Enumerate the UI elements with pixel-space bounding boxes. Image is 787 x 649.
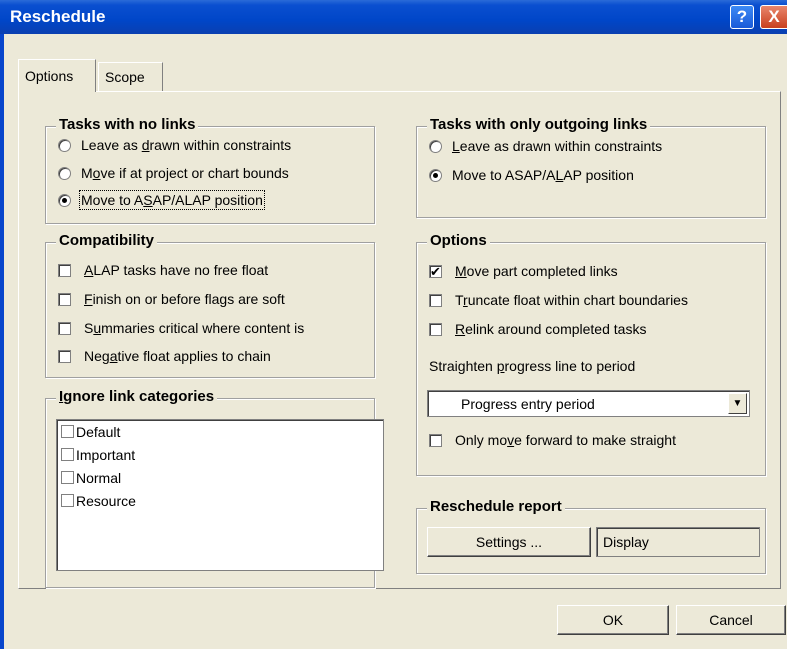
settings-button[interactable]: Settings ...: [427, 527, 591, 557]
options-title: Options: [427, 232, 490, 249]
list-item[interactable]: Normal: [57, 466, 383, 489]
radio-button[interactable]: [58, 166, 71, 180]
progress-period-select[interactable]: Progress entry period ▼: [427, 390, 750, 417]
compatibility-group: Compatibility ALAP tasks have no free fl…: [45, 232, 375, 378]
reschedule-report-title: Reschedule report: [427, 498, 565, 515]
tab-scope[interactable]: Scope: [98, 62, 163, 92]
radio-outgoing-move-to-asap[interactable]: Move to ASAP/ALAP position: [429, 167, 634, 183]
ignore-link-categories-title: Ignore link categories: [56, 388, 218, 405]
radio-outgoing-leave-as-drawn[interactable]: Leave as drawn within constraints: [429, 138, 662, 154]
check-relink-completed[interactable]: Relink around completed tasks: [429, 321, 646, 337]
compatibility-title: Compatibility: [56, 232, 158, 249]
radio-move-to-asap-alap[interactable]: Move to ASAP/ALAP position: [58, 190, 265, 210]
checkbox[interactable]: [61, 448, 74, 461]
radio-label: Move if at project or chart bounds: [81, 165, 289, 181]
radio-button[interactable]: [429, 139, 442, 153]
radio-label: Leave as drawn within constraints: [452, 138, 663, 154]
tasks-no-links-group: Tasks with no links Leave as drawn withi…: [45, 116, 375, 224]
radio-leave-as-drawn[interactable]: Leave as drawn within constraints: [58, 137, 291, 153]
checkbox-label: Relink around completed tasks: [455, 321, 647, 337]
checkbox-label: Negative float applies to chain: [84, 348, 271, 364]
chevron-down-icon[interactable]: ▼: [728, 393, 747, 414]
checkbox[interactable]: [429, 322, 442, 336]
progress-period-value: Progress entry period: [461, 396, 595, 412]
checkbox[interactable]: [429, 433, 442, 447]
list-item[interactable]: Default: [57, 420, 383, 443]
radio-button-selected[interactable]: [58, 193, 71, 207]
checkbox-label: Only move forward to make straight: [455, 432, 676, 448]
close-button[interactable]: X: [760, 5, 787, 29]
ignore-link-categories-group: Ignore link categories Default Important…: [45, 388, 384, 588]
report-display-field: Display: [596, 527, 760, 557]
tab-options[interactable]: Options: [18, 59, 96, 92]
check-finish-flags-soft[interactable]: Finish on or before flags are soft: [58, 291, 285, 307]
checkbox[interactable]: [58, 321, 71, 335]
tasks-outgoing-title: Tasks with only outgoing links: [427, 116, 651, 133]
window-border: [0, 34, 4, 649]
link-categories-list[interactable]: Default Important Normal Resource: [56, 419, 384, 571]
title-bar[interactable]: Reschedule ? X: [0, 0, 787, 34]
cancel-button[interactable]: Cancel: [676, 605, 786, 635]
checkbox[interactable]: [61, 494, 74, 507]
dialog-title: Reschedule: [10, 7, 106, 26]
checkbox[interactable]: [429, 293, 442, 307]
checkbox-label: Finish on or before flags are soft: [84, 291, 285, 307]
list-item[interactable]: Important: [57, 443, 383, 466]
checkbox[interactable]: [61, 425, 74, 438]
radio-button[interactable]: [58, 138, 71, 152]
checkbox[interactable]: [58, 349, 71, 363]
checkbox[interactable]: [58, 263, 71, 277]
options-tab-panel: Tasks with no links Leave as drawn withi…: [18, 91, 781, 589]
radio-label: Move to ASAP/ALAP position: [452, 167, 634, 183]
radio-move-if-at-bounds[interactable]: Move if at project or chart bounds: [58, 165, 289, 181]
radio-label: Leave as drawn within constraints: [81, 137, 292, 153]
check-only-move-forward[interactable]: Only move forward to make straight: [429, 432, 676, 448]
tasks-no-links-title: Tasks with no links: [56, 116, 199, 133]
straighten-progress-label: Straighten progress line to period: [429, 358, 636, 374]
check-summaries-critical[interactable]: Summaries critical where content is: [58, 320, 304, 336]
checkbox-label: Move part completed links: [455, 263, 618, 279]
check-negative-float-chain[interactable]: Negative float applies to chain: [58, 348, 271, 364]
options-group: Options ✔ Move part completed links Trun…: [416, 232, 766, 476]
reschedule-report-group: Reschedule report Settings ... Display: [416, 498, 766, 574]
tasks-outgoing-group: Tasks with only outgoing links Leave as …: [416, 116, 766, 218]
check-move-part-completed[interactable]: ✔ Move part completed links: [429, 263, 618, 279]
checkbox-label: Truncate float within chart boundaries: [455, 292, 688, 308]
help-button[interactable]: ?: [730, 5, 754, 29]
checkbox-checked[interactable]: ✔: [429, 264, 442, 278]
reschedule-dialog: Reschedule ? X Options Scope Tasks with …: [0, 0, 787, 649]
radio-button-selected[interactable]: [429, 168, 442, 182]
check-truncate-float[interactable]: Truncate float within chart boundaries: [429, 292, 688, 308]
checkbox[interactable]: [61, 471, 74, 484]
checkbox-label: Summaries critical where content is: [84, 320, 305, 336]
list-item[interactable]: Resource: [57, 489, 383, 512]
radio-label: Move to ASAP/ALAP position: [79, 190, 265, 210]
ok-button[interactable]: OK: [557, 605, 669, 635]
checkbox-label: ALAP tasks have no free float: [84, 262, 269, 278]
check-alap-no-free-float[interactable]: ALAP tasks have no free float: [58, 262, 268, 278]
checkbox[interactable]: [58, 292, 71, 306]
